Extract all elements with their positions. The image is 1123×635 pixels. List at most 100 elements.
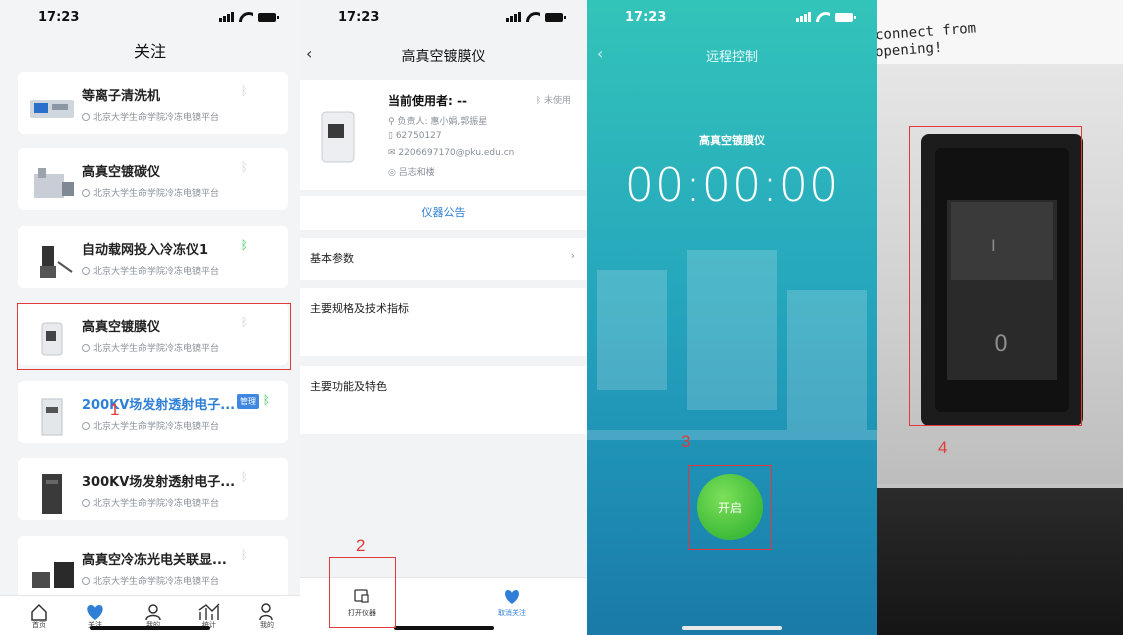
highlight-box-2 [329,557,396,628]
instrument-name: 300KV场发射透射电子... [82,475,236,490]
instrument-thumbnail [30,100,74,118]
wifi-icon [526,12,540,22]
step-number-3: 3 [681,432,691,451]
instrument-card[interactable]: 等离子清洗机 北京大学生命学院冷冻电镜平台 ᛒ [18,72,288,134]
highlight-box-4 [909,126,1082,426]
bluetooth-icon: ᛒ [240,160,248,174]
instrument-name: 高真空冷冻光电关联显... [82,553,227,568]
location-icon [82,421,90,430]
instrument-card[interactable]: 高真空冷冻光电关联显... 北京大学生命学院冷冻电镜平台 ᛒ [18,536,288,598]
user-icon [145,604,161,621]
instrument-thumbnail [42,474,62,514]
instrument-location: 北京大学生命学院冷冻电镜平台 [93,267,220,277]
instrument-name: 自动载网投入冷冻仪1 [82,243,209,258]
unfollow-button[interactable]: 取消关注 [482,588,542,618]
tab-label: 我的 [260,621,274,629]
usage-status: ᛒ 未使用 [535,96,571,106]
unfollow-label: 取消关注 [498,609,526,617]
instrument-location: 北京大学生命学院冷冻电镜平台 [93,189,220,199]
bottom-tab-bar: 首页 关注 我的 统计 我的 [0,595,300,635]
instrument-card[interactable]: 高真空镀碳仪 北京大学生命学院冷冻电镜平台 ᛒ [18,148,288,210]
instrument-thumbnail [34,168,74,198]
label-line: opening! [877,39,943,61]
instrument-card[interactable]: 300KV场发射透射电子... 北京大学生命学院冷冻电镜平台 ᛒ [18,458,288,520]
signal-icon [796,12,811,22]
battery-icon [835,12,856,22]
instrument-thumbnail [40,246,73,278]
tab-label: 首页 [32,621,46,629]
location-icon [82,112,90,121]
tab-home[interactable]: 首页 [24,602,54,629]
signal-icon [219,12,234,22]
signal-icon [506,12,521,22]
highlight-box-3 [688,465,772,550]
instrument-location: 北京大学生命学院冷冻电镜平台 [93,577,220,587]
instrument-name: 等离子清洗机 [82,89,161,104]
bluetooth-icon: ᛒ [240,470,248,484]
page-title: 高真空镀膜仪 [401,49,486,65]
location-icon [82,498,90,507]
home-indicator [90,626,210,630]
instrument-location: 北京大学生命学院冷冻电镜平台 [93,499,220,509]
bluetooth-icon: ᛒ [240,84,248,98]
instrument-thumbnail [41,398,63,436]
current-user: 当前使用者: -- [388,94,467,108]
bluetooth-icon: ᛒ [240,548,248,562]
status-bar: 17:23 [0,0,300,34]
admin-badge: 管理 [237,394,259,409]
instrument-name: 高真空镀碳仪 [82,165,161,180]
usage-timer: 00:00:00 [624,158,840,212]
bluetooth-icon: ᛒ [535,96,544,106]
location-icon: ◎ [388,168,399,178]
status-time: 17:23 [338,9,380,25]
notice-link[interactable]: 仪器公告 [300,196,587,230]
page-title: 关注 [133,42,166,61]
status-time: 17:23 [38,9,80,25]
tab-people[interactable]: 我的 [138,602,168,629]
chart-icon [198,603,220,620]
chevron-right-icon: › [570,249,575,262]
profile-icon [259,603,273,621]
email-line: ✉ 2206697170@pku.edu.cn [388,148,515,158]
wifi-icon [239,12,253,22]
section-specs[interactable]: 主要规格及技术指标 [300,288,587,356]
tab-follow[interactable]: 关注 [80,602,110,629]
instrument-thumbnail [32,562,74,588]
lab-background-image [587,250,877,440]
instrument-card[interactable]: 自动载网投入冷冻仪1 北京大学生命学院冷冻电镜平台 ᛒ [18,226,288,288]
status-time: 17:23 [625,9,667,25]
tab-profile[interactable]: 我的 [252,602,282,629]
bluetooth-icon: ᛒ [262,393,270,407]
mail-icon: ✉ [388,148,399,158]
battery-icon [258,12,279,22]
warning-label: connect from opening! [877,0,1123,64]
location-icon [82,266,90,275]
section-label: 主要功能及特色 [310,380,387,393]
section-label: 基本参数 [310,252,354,265]
section-basic-params[interactable]: 基本参数 › [300,238,587,280]
heart-icon [87,605,103,620]
section-label: 主要规格及技术指标 [310,302,409,315]
home-icon [31,603,47,621]
section-features[interactable]: 主要功能及特色 [300,366,587,434]
instrument-detail-screen: 17:23 ‹ 高真空镀膜仪 当前使用者: -- ᛒ 未使用 ⚲ 负责人: 惠小… [300,0,587,635]
status-bar: 17:23 [587,0,877,34]
battery-icon [545,12,566,22]
instrument-card[interactable]: 200KV场发射透射电子... 管理 北京大学生命学院冷冻电镜平台 ᛒ [18,381,288,443]
phone-line: ▯ 62750127 [388,131,442,141]
instrument-info-card: 当前使用者: -- ᛒ 未使用 ⚲ 负责人: 惠小娟,郭振星 ▯ 6275012… [300,80,587,190]
heart-icon [505,590,519,604]
tab-stats[interactable]: 统计 [194,602,224,629]
status-bar: 17:23 [300,0,587,34]
step-number-4: 4 [938,438,948,457]
instrument-name: 200KV场发射透射电子... [82,398,236,413]
page-title: 远程控制 [705,50,758,65]
manager-line: ⚲ 负责人: 惠小娟,郭振星 [388,117,488,127]
instrument-name: 高真空镀膜仪 [699,134,765,147]
home-indicator [393,626,494,630]
dark-chassis [877,488,1123,635]
step-number-1: 1 [110,400,120,419]
location-icon [82,188,90,197]
notice-row[interactable]: 仪器公告 [300,196,587,230]
phone-icon: ▯ [388,131,396,141]
